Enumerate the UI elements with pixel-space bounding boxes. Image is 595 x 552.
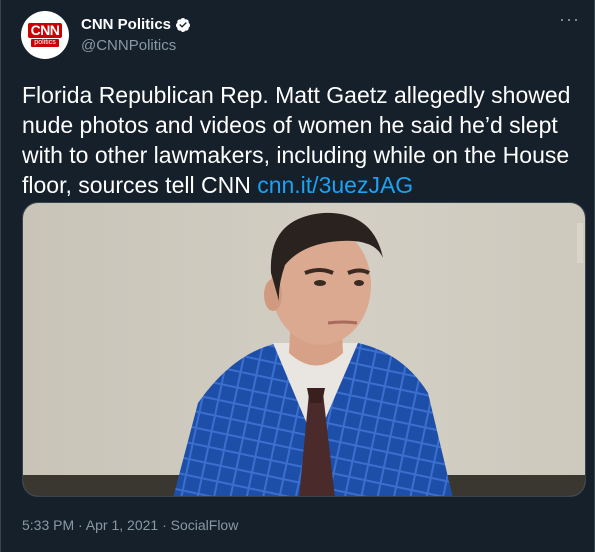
account-handle[interactable]: @CNNPolitics — [81, 36, 191, 55]
photo-of-man-in-blue-suit — [23, 203, 585, 496]
tweet-text: Florida Republican Rep. Matt Gaetz alleg… — [22, 80, 582, 200]
more-options-icon[interactable]: ··· — [559, 10, 580, 28]
display-name[interactable]: CNN Politics — [81, 15, 171, 34]
account-names: CNN Politics @CNNPolitics — [81, 15, 191, 55]
cnn-logo-text: CNN — [27, 23, 63, 38]
display-name-row: CNN Politics — [81, 15, 191, 34]
tweet-timestamp[interactable]: 5:33 PM · Apr 1, 2021 · SocialFlow — [22, 516, 238, 534]
cnn-logo-subtext: politics — [31, 39, 59, 47]
tweet-photo[interactable] — [22, 202, 586, 497]
tweet-card: CNN politics CNN Politics @CNNPolitics ·… — [0, 0, 595, 552]
verified-badge-icon — [176, 17, 191, 32]
tweet-header: CNN politics CNN Politics @CNNPolitics — [21, 11, 191, 59]
tweet-link[interactable]: cnn.it/3uezJAG — [257, 172, 413, 198]
avatar[interactable]: CNN politics — [21, 11, 69, 59]
